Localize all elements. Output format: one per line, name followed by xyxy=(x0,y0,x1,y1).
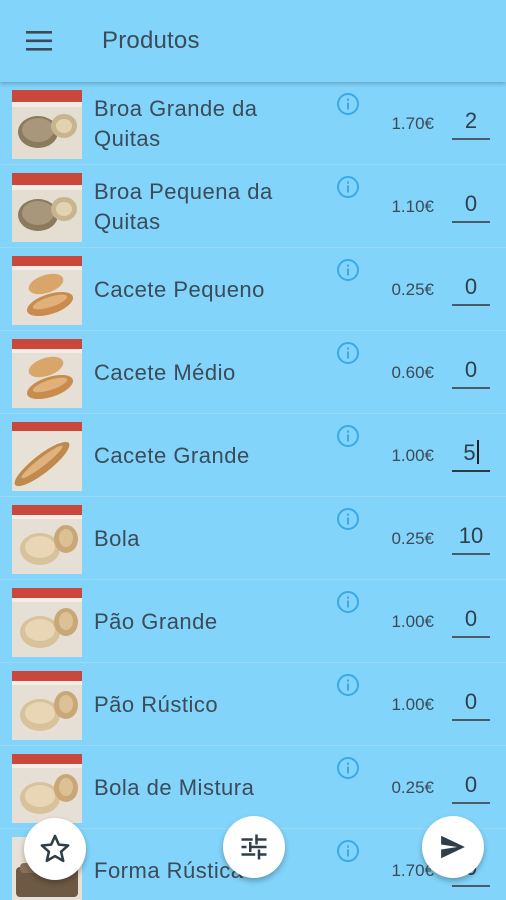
info-button[interactable] xyxy=(336,507,360,531)
product-image xyxy=(12,671,82,740)
product-price: 1.00€ xyxy=(391,694,434,714)
quantity-input[interactable]: 5 xyxy=(452,436,490,472)
quantity-input[interactable]: 0 xyxy=(452,685,490,721)
send-button[interactable] xyxy=(422,816,484,878)
info-button[interactable] xyxy=(336,590,360,614)
product-name: Forma Rústica xyxy=(94,857,244,883)
quantity-input[interactable]: 10 xyxy=(452,519,490,555)
text-caret xyxy=(476,440,479,464)
send-icon xyxy=(441,835,465,859)
product-row: Cacete Grande 1.00€ 5 xyxy=(0,414,506,497)
product-price: 1.70€ xyxy=(391,113,434,133)
quantity-input[interactable]: 0 xyxy=(452,768,490,804)
info-button[interactable] xyxy=(336,756,360,780)
product-image xyxy=(12,588,82,657)
info-button[interactable] xyxy=(336,92,360,116)
info-icon xyxy=(337,757,359,779)
product-name: Cacete Grande xyxy=(94,442,250,468)
info-icon xyxy=(337,93,359,115)
quantity-input[interactable]: 0 xyxy=(452,187,490,223)
info-icon xyxy=(337,591,359,613)
product-list: Broa Grande da Quitas 1.70€ 2 Broa Pequena … xyxy=(0,82,506,900)
quantity-value: 5 xyxy=(463,440,476,465)
product-image xyxy=(12,754,82,823)
product-image xyxy=(12,422,82,491)
product-row: Bola 0.25€ 10 xyxy=(0,497,506,580)
product-image xyxy=(12,339,82,408)
filter-button[interactable] xyxy=(223,816,285,878)
info-icon xyxy=(337,425,359,447)
product-row: Broa Grande da Quitas 1.70€ 2 xyxy=(0,82,506,165)
tune-icon xyxy=(241,834,267,860)
product-name: Broa Pequena da Quitas xyxy=(94,178,273,234)
info-button[interactable] xyxy=(336,673,360,697)
info-icon xyxy=(337,840,359,862)
quantity-input[interactable]: 0 xyxy=(452,353,490,389)
product-name: Cacete Médio xyxy=(94,359,236,385)
info-button[interactable] xyxy=(336,424,360,448)
page-title: Produtos xyxy=(102,27,200,54)
product-name: Broa Grande da Quitas xyxy=(94,95,258,151)
quantity-input[interactable]: 0 xyxy=(452,602,490,638)
product-name: Cacete Pequeno xyxy=(94,276,265,302)
product-image xyxy=(12,90,82,159)
menu-icon xyxy=(26,31,52,51)
app-bar: Produtos xyxy=(0,0,506,82)
product-image xyxy=(12,256,82,325)
product-price: 0.60€ xyxy=(391,362,434,382)
info-button[interactable] xyxy=(336,839,360,863)
quantity-input[interactable]: 2 xyxy=(452,104,490,140)
product-row: Cacete Pequeno 0.25€ 0 xyxy=(0,248,506,331)
favorites-button[interactable] xyxy=(24,818,86,880)
star-icon xyxy=(40,834,70,863)
menu-button[interactable] xyxy=(18,24,62,58)
info-icon xyxy=(337,342,359,364)
product-row: Cacete Médio 0.60€ 0 xyxy=(0,331,506,414)
quantity-input[interactable]: 0 xyxy=(452,270,490,306)
product-row: Pão Rústico 1.00€ 0 xyxy=(0,663,506,746)
info-button[interactable] xyxy=(336,175,360,199)
product-name: Bola xyxy=(94,525,141,551)
product-price: 1.00€ xyxy=(391,445,434,465)
product-name: Pão Grande xyxy=(94,608,218,634)
info-icon xyxy=(337,674,359,696)
info-icon xyxy=(337,259,359,281)
info-icon xyxy=(337,508,359,530)
product-price: 1.10€ xyxy=(391,196,434,216)
product-name: Pão Rústico xyxy=(94,691,219,717)
product-row: Pão Grande 1.00€ 0 xyxy=(0,580,506,663)
product-row: Broa Pequena da Quitas 1.10€ 0 xyxy=(0,165,506,248)
info-button[interactable] xyxy=(336,341,360,365)
info-icon xyxy=(337,176,359,198)
product-price: 0.25€ xyxy=(391,528,434,548)
product-price: 0.25€ xyxy=(391,777,434,797)
info-button[interactable] xyxy=(336,258,360,282)
product-image xyxy=(12,505,82,574)
product-price: 0.25€ xyxy=(391,279,434,299)
product-price: 1.00€ xyxy=(391,611,434,631)
product-name: Bola de Mistura xyxy=(94,774,255,800)
product-image xyxy=(12,173,82,242)
